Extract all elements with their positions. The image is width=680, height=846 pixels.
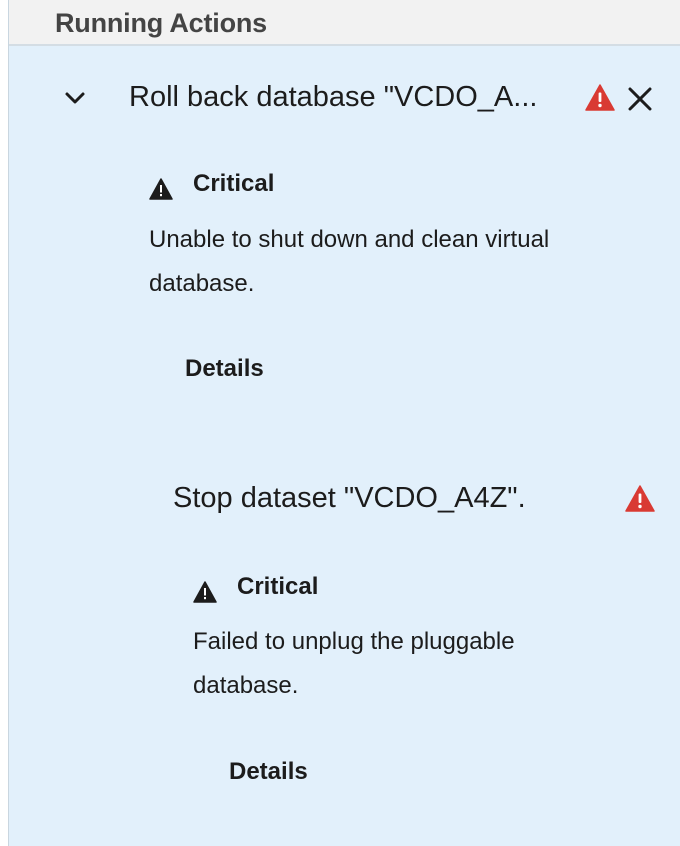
details-link[interactable]: Details: [229, 758, 308, 786]
alert-message-line: database.: [193, 672, 299, 699]
alert-message-line: Failed to unplug the pluggable: [193, 628, 515, 655]
action-title-stop-dataset: Stop dataset "VCDO_A4Z".: [173, 482, 526, 514]
close-icon[interactable]: [625, 84, 655, 114]
panel-title: Running Actions: [55, 8, 267, 38]
critical-warning-icon: [193, 581, 217, 603]
panel-header: Running Actions: [9, 0, 680, 46]
alert-message-line: Unable to shut down and clean virtual: [149, 226, 550, 253]
running-actions-panel: Running Actions Roll back database "VCDO…: [8, 0, 680, 846]
warning-icon: [625, 485, 655, 512]
chevron-down-icon[interactable]: [61, 84, 89, 112]
critical-warning-icon: [149, 178, 173, 200]
severity-label: Critical: [237, 573, 319, 600]
action-title-rollback: Roll back database "VCDO_A...: [129, 81, 538, 113]
alert-message: Failed to unplug the pluggable database.: [193, 620, 515, 708]
alert-message-line: database.: [149, 270, 255, 297]
severity-label: Critical: [193, 170, 275, 197]
details-link[interactable]: Details: [185, 355, 264, 383]
warning-icon: [585, 84, 615, 111]
alert-message: Unable to shut down and clean virtual da…: [149, 218, 549, 306]
